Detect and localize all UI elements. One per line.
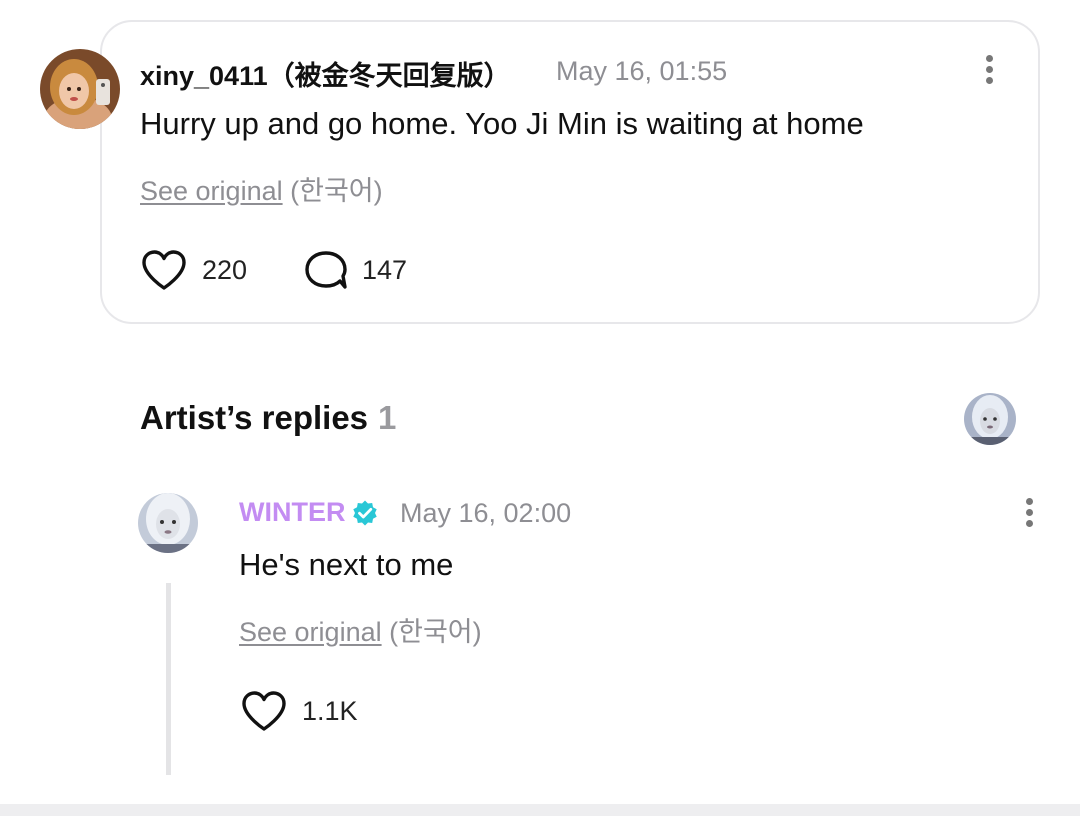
reply-count: 147 [362, 254, 408, 285]
artist-like-count: 1.1K [302, 695, 358, 726]
comment-username[interactable]: xiny_0411（被金冬天回复版） [140, 54, 511, 93]
original-language: (한국어) [290, 176, 383, 206]
comment-text: Hurry up and go home. Yoo Ji Min is wait… [140, 106, 864, 141]
bottom-divider [0, 804, 1080, 816]
see-original: See original (한국어) [140, 169, 383, 208]
heart-icon [242, 691, 286, 731]
artist-see-original: See original (한국어) [239, 610, 482, 649]
like-button[interactable]: 220 [140, 249, 247, 291]
comment-bubble-icon [305, 251, 347, 289]
thread-line [166, 583, 171, 775]
more-vertical-icon[interactable] [1023, 495, 1035, 531]
artist-name-label: WINTER [239, 497, 346, 527]
artist-like-button[interactable]: 1.1K [240, 690, 358, 732]
see-original-link[interactable]: See original [140, 176, 283, 206]
comment-timestamp: May 16, 01:55 [556, 56, 728, 86]
artist-avatar-small[interactable] [964, 393, 1016, 445]
artist-reply-text: He's next to me [239, 547, 454, 582]
original-language: (한국어) [389, 617, 482, 647]
commenter-avatar[interactable] [40, 49, 120, 129]
see-original-link[interactable]: See original [239, 617, 382, 647]
artist-name[interactable]: WINTER [239, 497, 379, 528]
artist-replies-title: Artist’s replies 1 [140, 399, 396, 437]
artist-replies-count: 1 [378, 399, 397, 436]
artist-replies-label: Artist’s replies [140, 399, 369, 436]
verified-badge-icon [353, 500, 378, 525]
more-vertical-icon[interactable] [983, 52, 995, 88]
reply-button[interactable]: 147 [304, 249, 407, 291]
winter-avatar[interactable] [138, 493, 198, 553]
artist-reply-timestamp: May 16, 02:00 [400, 498, 572, 528]
like-count: 220 [202, 254, 248, 285]
heart-icon [142, 250, 186, 290]
